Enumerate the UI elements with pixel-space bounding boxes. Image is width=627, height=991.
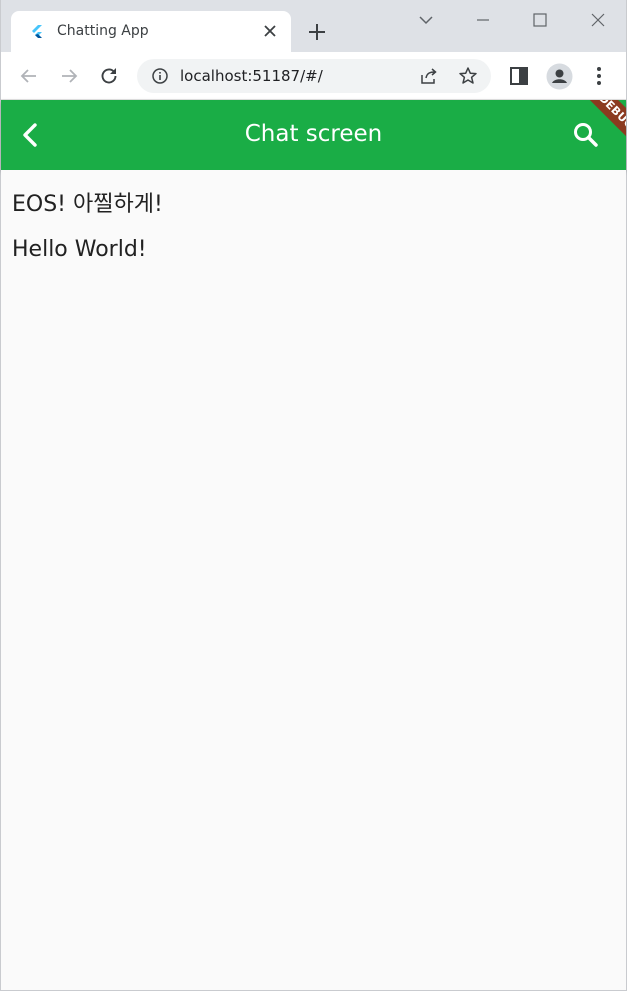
browser-window: Chatting App localhost:51187/#/ Chat scr… bbox=[0, 0, 627, 991]
chat-message: Hello World! bbox=[12, 237, 147, 262]
side-panel-icon[interactable] bbox=[507, 64, 531, 88]
new-tab-icon[interactable] bbox=[305, 20, 329, 44]
address-bar[interactable]: localhost:51187/#/ bbox=[137, 59, 491, 93]
url-text[interactable]: localhost:51187/#/ bbox=[180, 67, 323, 85]
chat-body: EOS! 아찔하게! Hello World! bbox=[1, 170, 626, 990]
page-title: Chat screen bbox=[244, 121, 383, 147]
browser-toolbar: localhost:51187/#/ bbox=[1, 52, 626, 100]
forward-arrow-icon[interactable] bbox=[57, 64, 81, 88]
app-bar: Chat screen DEBUG bbox=[1, 100, 626, 170]
browser-tab[interactable]: Chatting App bbox=[11, 11, 291, 52]
tab-title: Chatting App bbox=[57, 23, 149, 39]
tab-search-chevron-icon[interactable] bbox=[415, 9, 437, 31]
bookmark-star-icon[interactable] bbox=[458, 66, 478, 86]
profile-avatar-icon[interactable] bbox=[546, 63, 573, 90]
flutter-logo-icon bbox=[32, 25, 42, 38]
minimize-icon[interactable] bbox=[472, 9, 494, 31]
chat-message: EOS! 아찔하게! bbox=[12, 192, 163, 217]
more-menu-icon[interactable] bbox=[587, 64, 611, 88]
share-icon[interactable] bbox=[419, 66, 439, 86]
site-info-icon[interactable] bbox=[151, 67, 169, 85]
close-tab-icon[interactable] bbox=[261, 22, 279, 40]
close-window-icon[interactable] bbox=[587, 9, 609, 31]
reload-icon[interactable] bbox=[97, 64, 121, 88]
back-arrow-icon[interactable] bbox=[17, 64, 41, 88]
tab-strip: Chatting App bbox=[1, 0, 626, 52]
search-icon[interactable] bbox=[571, 120, 601, 150]
maximize-icon[interactable] bbox=[529, 9, 551, 31]
